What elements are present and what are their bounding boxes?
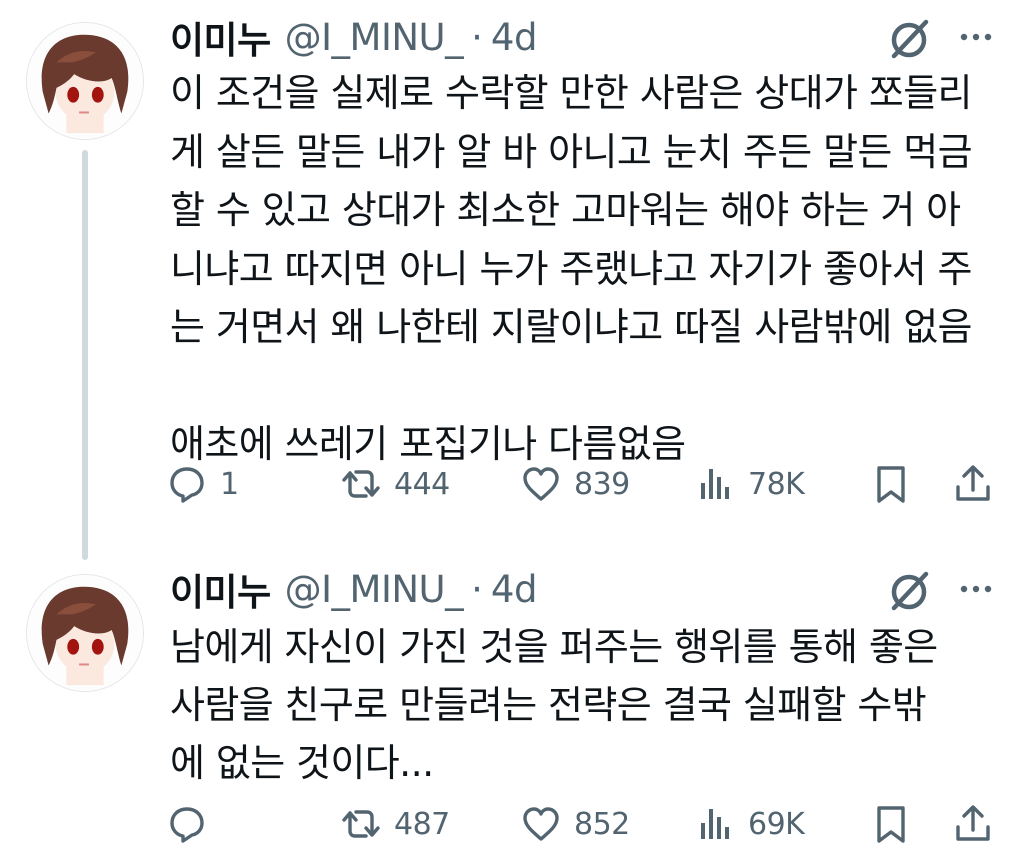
avatar[interactable]	[26, 574, 144, 692]
reply-button[interactable]	[166, 796, 220, 852]
author-handle[interactable]: @I_MINU_	[285, 16, 464, 59]
like-button[interactable]: 852	[520, 796, 630, 852]
grok-icon[interactable]	[884, 566, 934, 616]
separator-dot: ·	[471, 567, 483, 611]
bookmark-icon	[877, 466, 905, 503]
repost-count: 444	[394, 466, 450, 502]
reply-icon	[170, 807, 204, 843]
repost-button[interactable]: 487	[340, 796, 450, 852]
heart-icon	[523, 807, 559, 841]
more-icon[interactable]	[952, 20, 1000, 54]
avatar-illustration	[27, 23, 143, 139]
author-handle[interactable]: @I_MINU_	[285, 568, 464, 611]
avatar[interactable]	[26, 22, 144, 140]
tweet-text: 이 조건을 실제로 수락할 만한 사람은 상대가 쪼들리 게 살든 말든 내가 …	[170, 71, 973, 466]
repost-count: 487	[394, 806, 450, 842]
views-button[interactable]: 69K	[694, 796, 805, 852]
share-button[interactable]	[952, 456, 994, 512]
views-icon	[701, 469, 729, 499]
repost-icon	[342, 810, 380, 838]
timestamp[interactable]: 4d	[491, 568, 538, 611]
separator-dot: ·	[471, 15, 483, 59]
author-name[interactable]: 이미누	[170, 10, 271, 64]
heart-icon	[523, 467, 559, 501]
avatar-illustration	[27, 575, 143, 691]
action-bar: 1 444 839 78K	[0, 456, 1024, 512]
reply-icon	[170, 467, 204, 503]
share-button[interactable]	[952, 796, 994, 852]
bookmark-icon	[877, 806, 905, 843]
more-icon[interactable]	[952, 572, 1000, 606]
tweet-text: 남에게 자신이 가진 것을 퍼주는 행위를 통해 좋은 사람을 친구로 만들려는…	[170, 625, 938, 785]
tweet[interactable]: 이미누 @I_MINU_ · 4d 남에게 자신이 가진 것을 퍼주는 행위를 …	[0, 552, 1024, 858]
timestamp[interactable]: 4d	[491, 16, 538, 59]
repost-icon	[342, 470, 380, 498]
action-bar: 487 852 69K	[0, 796, 1024, 852]
tweet[interactable]: 이미누 @I_MINU_ · 4d 이 조건을 실제로 수락할 만한 사람은 상…	[0, 0, 1024, 560]
like-button[interactable]: 839	[520, 456, 630, 512]
repost-button[interactable]: 444	[340, 456, 450, 512]
bookmark-button[interactable]	[870, 456, 912, 512]
share-icon	[956, 805, 990, 841]
like-count: 839	[574, 466, 630, 502]
views-button[interactable]: 78K	[694, 456, 805, 512]
bookmark-button[interactable]	[870, 796, 912, 852]
views-count: 69K	[748, 806, 805, 842]
like-count: 852	[574, 806, 630, 842]
grok-icon[interactable]	[884, 14, 934, 64]
author-name[interactable]: 이미누	[170, 562, 271, 616]
reply-button[interactable]: 1	[166, 456, 239, 512]
reply-count: 1	[220, 466, 239, 502]
views-count: 78K	[748, 466, 805, 502]
views-icon	[701, 809, 729, 839]
share-icon	[956, 465, 990, 501]
